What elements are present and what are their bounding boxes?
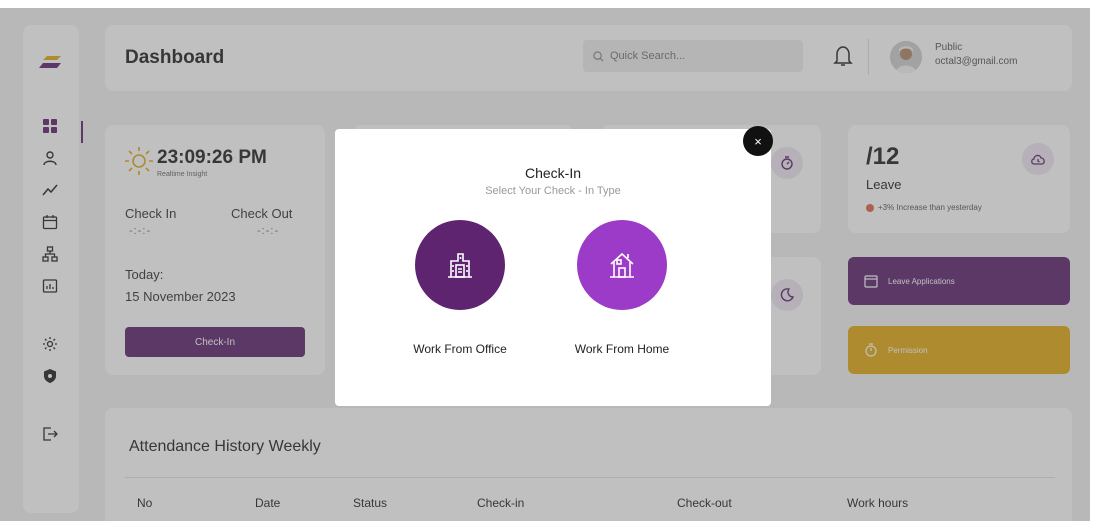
close-icon[interactable]: × [743,126,773,156]
home-option-circle[interactable] [577,220,667,310]
modal-subtitle: Select Your Check - In Type [485,185,621,197]
work-from-home-option[interactable]: Work From Home [567,220,677,356]
office-building-icon [448,253,472,278]
office-option-circle[interactable] [415,220,505,310]
check-in-modal: Check-In Select Your Check - In Type Wor… [335,129,771,406]
office-option-label: Work From Office [413,342,507,356]
app-window: Dashboard Public octal3@gmail.com 23:09:… [0,8,1090,521]
work-from-office-option[interactable]: Work From Office [405,220,515,356]
house-icon [610,252,634,278]
modal-title: Check-In [524,165,582,181]
home-option-label: Work From Home [574,342,670,356]
